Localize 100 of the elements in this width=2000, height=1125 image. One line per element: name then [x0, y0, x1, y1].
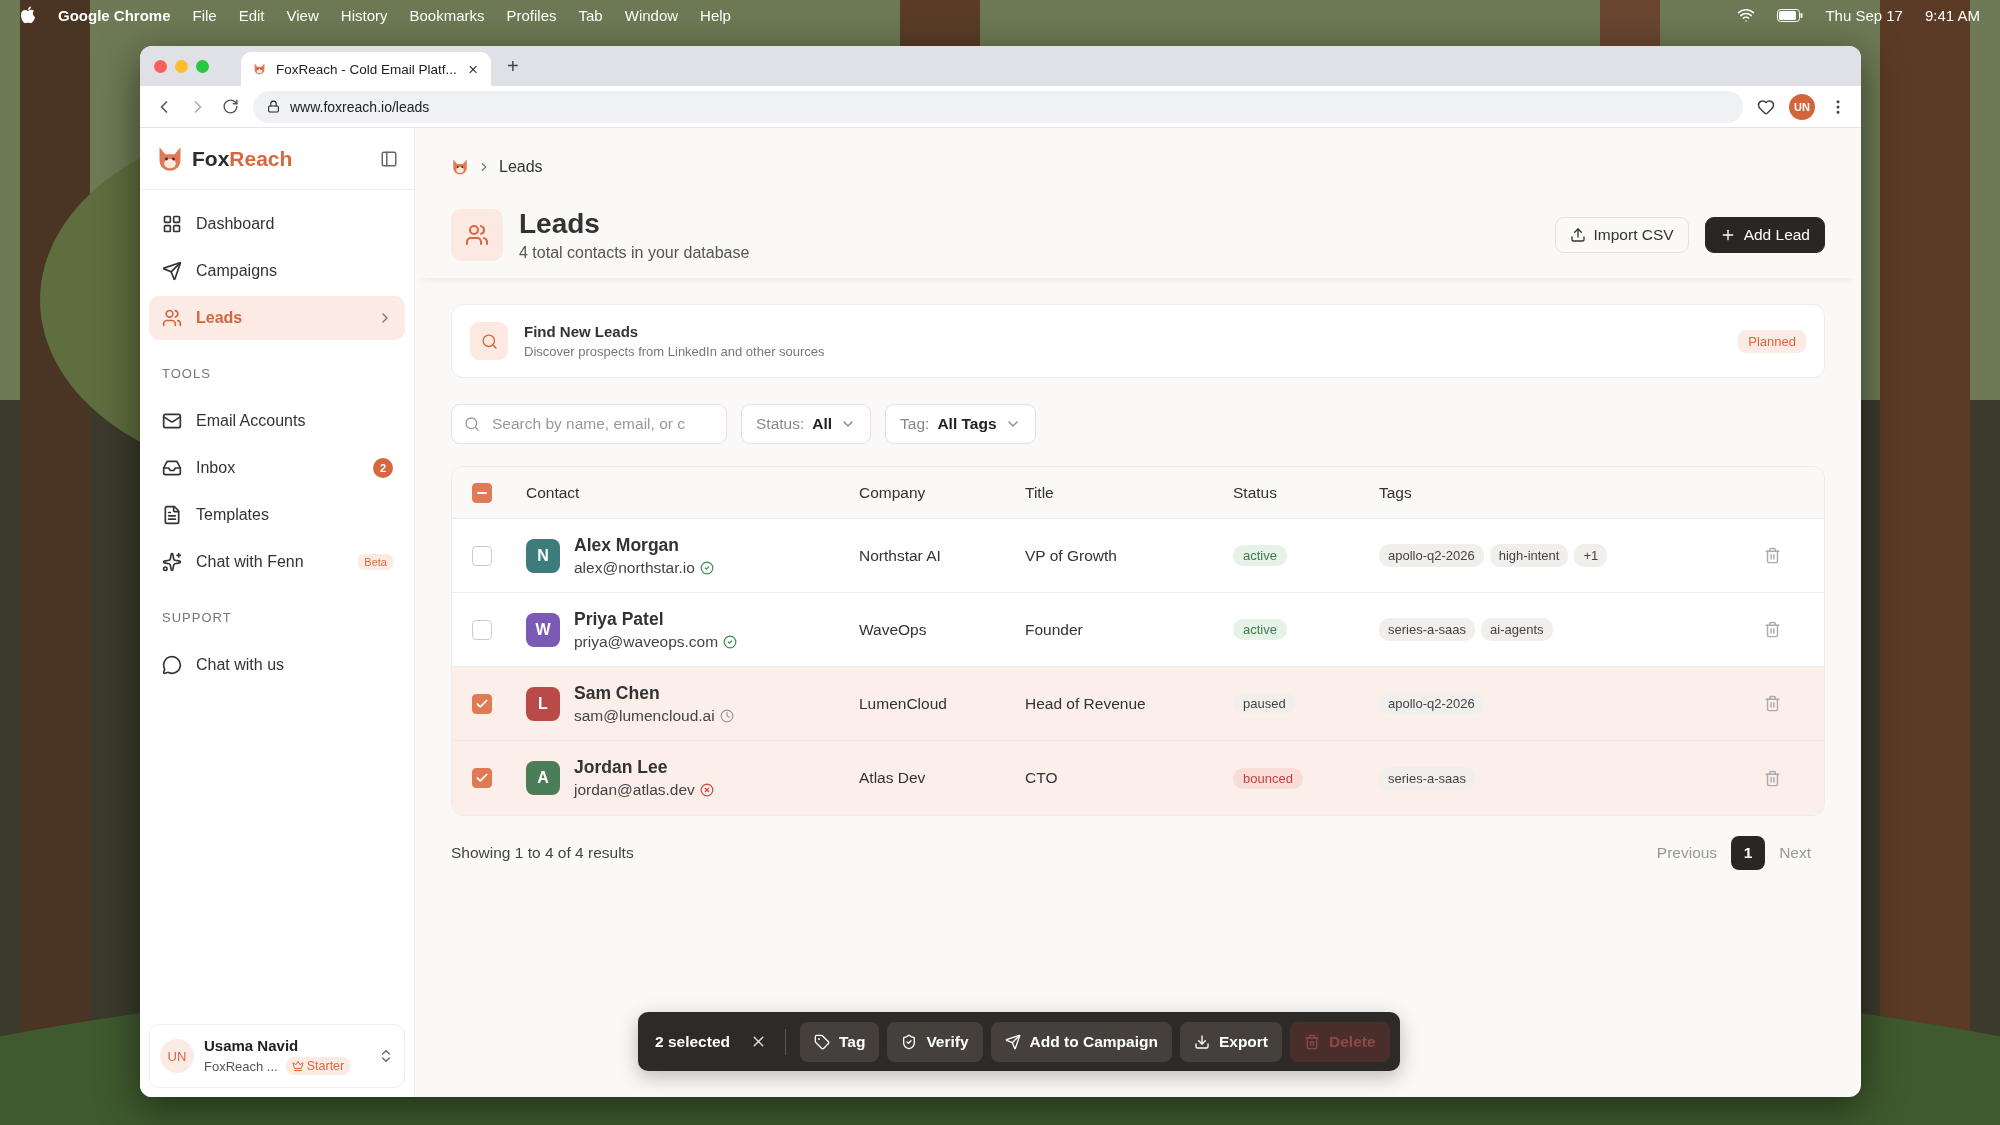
bulk-action-button[interactable]: Verify [887, 1021, 983, 1062]
search-icon [470, 322, 508, 360]
column-header: Title [1025, 483, 1055, 502]
tag-pill: series-a-saas [1379, 618, 1476, 641]
action-icon [813, 1033, 830, 1050]
page-button[interactable]: 1 [1731, 836, 1766, 870]
browser-tab[interactable]: FoxReach - Cold Email Platf... [241, 52, 491, 86]
menu-item[interactable]: History [340, 6, 388, 24]
upload-icon [1569, 227, 1586, 243]
breadcrumb-current: Leads [499, 158, 543, 176]
heart-icon[interactable] [1757, 97, 1775, 116]
title-cell-text: Head of Revenue [1025, 694, 1147, 713]
profile-avatar[interactable]: UN [1789, 93, 1815, 120]
user-card[interactable]: UN Usama Navid FoxReach ... Starter [149, 1024, 405, 1088]
count-badge: 2 [373, 458, 393, 478]
menu-app-name[interactable]: Google Chrome [58, 6, 171, 24]
delete-icon[interactable] [1764, 621, 1781, 638]
contact-avatar: N [526, 538, 560, 573]
sidebar-toggle-icon[interactable] [380, 149, 398, 168]
fox-logo-icon [451, 158, 469, 176]
row-checkbox[interactable] [472, 768, 492, 788]
sidebar-item[interactable]: Inbox 2 [149, 446, 405, 490]
company-cell-text: Northstar AI [859, 546, 942, 565]
contact-email: jordan@atlas.dev [574, 781, 695, 799]
bulk-action-button[interactable]: Export [1179, 1021, 1282, 1062]
select-all-checkbox[interactable] [472, 482, 492, 503]
battery-icon[interactable] [1777, 8, 1804, 22]
menu-time[interactable]: 9:41 AM [1924, 6, 1980, 24]
row-checkbox[interactable] [472, 619, 492, 640]
contact-avatar: A [526, 761, 560, 795]
menu-item[interactable]: Tab [578, 6, 603, 24]
section-title: SUPPORT [161, 609, 233, 627]
menu-item[interactable]: Help [700, 6, 731, 24]
nav-icon [162, 458, 182, 478]
nav-icon [162, 261, 182, 281]
search-field[interactable]: Search by name, email, or c [451, 404, 727, 444]
column-header: Company [859, 483, 927, 502]
brand-name: FoxReach [192, 146, 294, 171]
action-icon [1304, 1033, 1320, 1050]
close-window-icon[interactable] [154, 59, 167, 73]
sidebar-item[interactable]: Email Accounts [149, 399, 405, 443]
menu-item[interactable]: Edit [238, 6, 265, 24]
title-cell-text: VP of Growth [1025, 546, 1118, 565]
status-pill: active [1233, 619, 1287, 640]
row-checkbox[interactable] [472, 545, 492, 566]
sidebar-item[interactable]: Campaigns [149, 249, 405, 293]
check-icon [475, 771, 489, 785]
address-bar[interactable]: www.foxreach.io/leads [253, 90, 1743, 123]
tag-pill: series-a-saas [1379, 766, 1476, 790]
company-cell-text: LumenCloud [859, 694, 948, 713]
reload-icon[interactable] [222, 98, 239, 115]
menu-item[interactable]: Window [624, 6, 679, 24]
status-badge: Planned [1738, 329, 1806, 353]
users-icon [451, 209, 503, 261]
table-row[interactable]: L Sam Chen sam@lumencloud.ai LumenCloud Head of Revenue paused apollo-q2-2026 [452, 667, 1824, 741]
status-pill: paused [1233, 693, 1296, 714]
menu-item[interactable]: Bookmarks [409, 6, 485, 24]
contact-email: priya@waveops.com [574, 632, 719, 651]
sidebar-item[interactable]: Chat with us [149, 643, 405, 687]
import-csv-button[interactable]: Import CSV [1554, 217, 1689, 253]
menu-item[interactable]: Profiles [506, 6, 557, 24]
tag-pill: high-intent [1489, 544, 1569, 567]
promo-text: Discover prospects from LinkedIn and other sources [524, 344, 826, 359]
title-cell-text: Founder [1025, 620, 1084, 639]
action-icon [901, 1033, 918, 1050]
tag-pill: ai-agents [1481, 618, 1553, 641]
zoom-window-icon[interactable] [196, 59, 209, 73]
contact-avatar: W [526, 612, 560, 647]
tag-filter[interactable]: Tag: All Tags [885, 404, 1036, 444]
table-row[interactable]: A Jordan Lee jordan@atlas.dev Atlas Dev CTO bounced series-a-saas [452, 741, 1824, 815]
plan-badge: Starter [285, 1057, 351, 1075]
row-checkbox[interactable] [472, 693, 492, 714]
action-icon [1193, 1033, 1210, 1050]
status-pill: active [1233, 545, 1287, 566]
sidebar-item[interactable]: Chat with Fenn Beta [149, 540, 405, 584]
page-title: Leads [519, 208, 601, 240]
apple-icon[interactable] [20, 6, 36, 24]
bulk-action-button[interactable]: Tag [799, 1021, 880, 1062]
nav-icon [162, 308, 182, 328]
company-cell-text: Atlas Dev [859, 769, 927, 787]
nav-icon [162, 655, 182, 675]
delete-icon[interactable] [1764, 695, 1781, 712]
title-cell-text: CTO [1025, 769, 1059, 787]
delete-icon[interactable] [1764, 547, 1781, 564]
menu-item[interactable]: View [286, 6, 319, 24]
status-filter[interactable]: Status: All [741, 404, 872, 444]
sidebar-item[interactable]: Templates [149, 493, 405, 537]
section-title: TOOLS [161, 365, 212, 383]
menu-item[interactable]: File [192, 6, 217, 24]
bulk-action-button[interactable]: Add to Campaign [990, 1021, 1172, 1062]
wifi-icon[interactable] [1737, 6, 1756, 24]
new-tab-button[interactable]: + [507, 54, 519, 78]
nav-icon [162, 214, 182, 234]
add-lead-button[interactable]: Add Lead [1704, 217, 1825, 253]
nav-icon [162, 552, 182, 572]
column-header: Contact [526, 483, 581, 502]
sidebar-item[interactable]: Dashboard [149, 202, 405, 246]
status-pill: bounced [1233, 767, 1303, 789]
menu-date[interactable]: Thu Sep 17 [1825, 6, 1903, 24]
delete-icon[interactable] [1764, 769, 1781, 787]
